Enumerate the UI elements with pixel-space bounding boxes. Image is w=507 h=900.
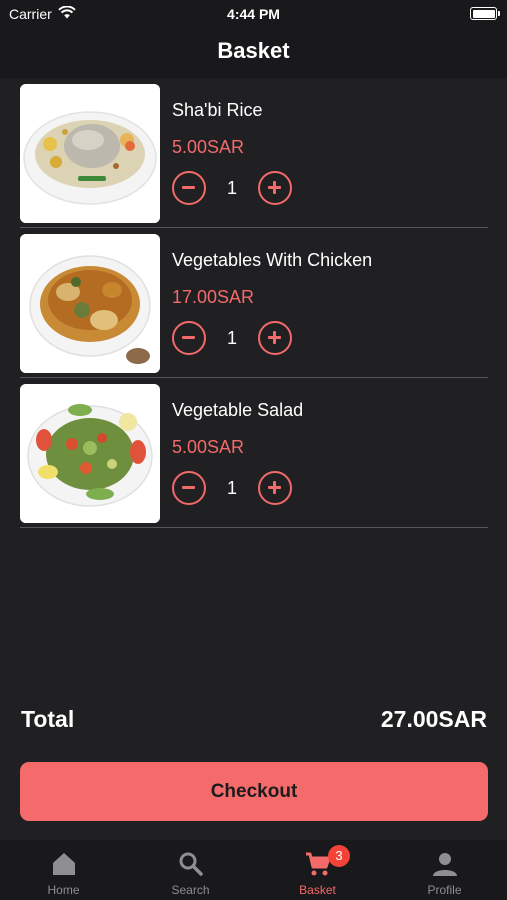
total-value: 27.00SAR: [380, 706, 487, 732]
decrease-quantity-button[interactable]: [172, 321, 206, 355]
increase-quantity-button[interactable]: [258, 171, 292, 205]
tab-label: Search: [171, 883, 210, 897]
increase-quantity-button[interactable]: [258, 321, 292, 355]
basket-list: Sha'bi Rice 5.00SAR 1 Vegetables With Ch…: [20, 78, 488, 528]
basket-screen: Carrier 4:44 PM Basket Sha'bi Rice 5.00S…: [0, 0, 507, 900]
tab-label: Basket: [299, 883, 336, 897]
page-title: Basket: [217, 38, 290, 63]
battery-icon: [470, 7, 500, 20]
item-price: 17.00SAR: [172, 287, 255, 307]
decrease-quantity-button[interactable]: [172, 471, 206, 505]
checkout-button[interactable]: Checkout: [20, 762, 488, 821]
basket-item[interactable]: Vegetable Salad 5.00SAR 1: [20, 378, 488, 528]
decrease-quantity-button[interactable]: [172, 171, 206, 205]
tab-search[interactable]: Search: [127, 840, 254, 900]
tab-bar: Home Search 3 Basket Profile: [0, 840, 507, 900]
tab-label: Home: [47, 883, 80, 897]
total-label: Total: [21, 706, 75, 732]
quantity-value: 1: [226, 478, 237, 498]
tab-profile[interactable]: Profile: [381, 840, 507, 900]
quantity-stepper: 1: [172, 171, 297, 205]
basket-item[interactable]: Vegetables With Chicken 17.00SAR 1: [20, 228, 488, 378]
food-image-rice: [20, 84, 160, 223]
item-name: Vegetable Salad: [172, 400, 304, 420]
item-price: 5.00SAR: [172, 437, 245, 457]
quantity-stepper: 1: [172, 321, 297, 355]
item-name: Vegetables With Chicken: [172, 250, 373, 270]
status-bar: Carrier 4:44 PM: [0, 0, 507, 28]
search-icon: [177, 850, 205, 878]
clock: 4:44 PM: [227, 6, 280, 22]
food-image-salad: [20, 384, 160, 523]
quantity-value: 1: [226, 178, 237, 198]
basket-count-badge: 3: [328, 845, 350, 867]
basket-item[interactable]: Sha'bi Rice 5.00SAR 1: [20, 78, 488, 228]
increase-quantity-button[interactable]: [258, 471, 292, 505]
quantity-stepper: 1: [172, 471, 297, 505]
navigation-bar: Basket: [0, 28, 507, 78]
tab-home[interactable]: Home: [0, 840, 127, 900]
food-image-chicken: [20, 234, 160, 373]
item-price: 5.00SAR: [172, 137, 245, 157]
home-icon: [50, 850, 78, 878]
tab-label: Profile: [427, 883, 462, 897]
tab-basket[interactable]: 3 Basket: [254, 840, 381, 900]
person-icon: [431, 850, 459, 878]
quantity-value: 1: [226, 328, 237, 348]
item-name: Sha'bi Rice: [172, 100, 263, 120]
